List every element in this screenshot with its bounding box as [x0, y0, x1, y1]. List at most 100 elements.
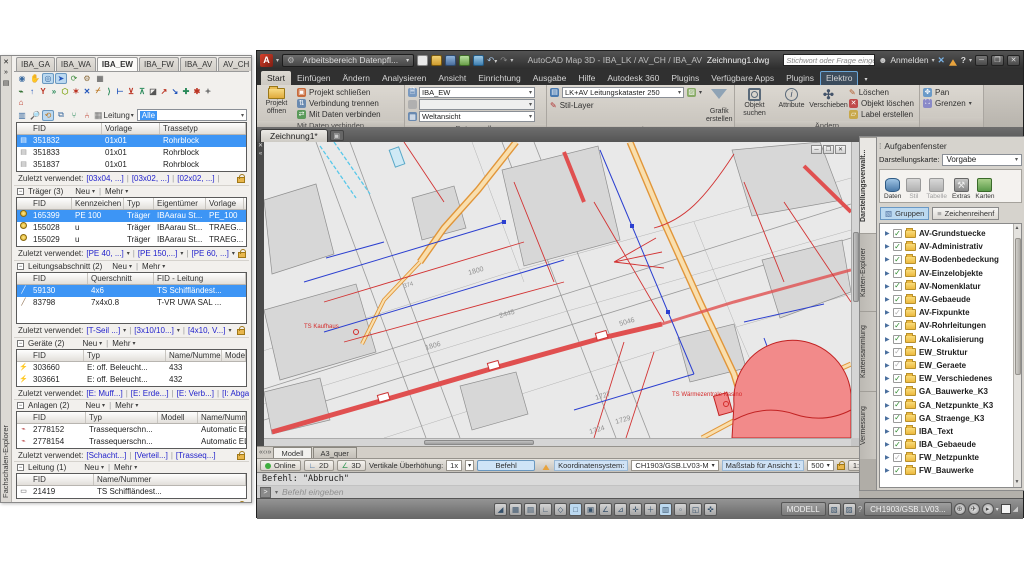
net-icon[interactable]: ⊼: [137, 87, 147, 96]
stil-layer-button[interactable]: ✎Stil-Layer: [550, 100, 702, 110]
save-icon[interactable]: [445, 55, 456, 66]
refresh-icon[interactable]: ⟳: [68, 73, 80, 84]
am-toggle[interactable]: ✜: [704, 503, 717, 516]
pan-tool-icon[interactable]: ✋: [29, 73, 41, 84]
objekt-loeschen-button[interactable]: ✕Objekt löschen: [849, 98, 914, 108]
pan-button[interactable]: ✥Pan: [923, 87, 972, 97]
vp-minimize-icon[interactable]: ─: [811, 145, 822, 154]
online-button[interactable]: Online: [260, 460, 301, 471]
vertical-exaggeration-dropdown[interactable]: ▾: [465, 460, 474, 471]
table-row[interactable]: ⚡303660E: off. Beleucht...433: [17, 362, 246, 374]
ribbon-tab-einrichtung[interactable]: Einrichtung: [472, 71, 527, 85]
recent-link[interactable]: [3x10/10...]: [134, 326, 174, 335]
showmotion-icon[interactable]: ▸: [982, 503, 994, 515]
map-icon[interactable]: [473, 55, 484, 66]
coordinate-system-value[interactable]: CH1903/GSB.LV03-M▾: [631, 460, 718, 471]
zoom-tool-icon[interactable]: ◉: [16, 73, 28, 84]
tab-iba-wa[interactable]: IBA_WA: [56, 57, 96, 71]
mit-daten-verbinden-button[interactable]: ⇄Mit Daten verbinden: [297, 109, 381, 119]
tree-item[interactable]: ▶✓GA_Bauwerke_K3: [880, 385, 1021, 398]
table-row[interactable]: ⌁2778154Trassequerschn...Automatic EL_1.…: [17, 436, 246, 448]
mehr-button[interactable]: Mehr▾: [105, 187, 128, 196]
recent-link[interactable]: [E: Erde...]: [131, 389, 169, 398]
tree-item[interactable]: ▶✓FW_Netzpunkte: [880, 451, 1021, 464]
grid-toggle[interactable]: ▤: [524, 503, 537, 516]
dyn-toggle[interactable]: ✛: [629, 503, 642, 516]
extras-button[interactable]: ⚒Extras: [952, 172, 970, 200]
projekt-schliessen-button[interactable]: ▣Projekt schließen: [297, 87, 381, 97]
autohide-palette-strip[interactable]: ✕«: [257, 142, 264, 446]
help-search-input[interactable]: Stichwort oder Frage eingeben: [783, 54, 875, 66]
filter-combo[interactable]: Alle▾: [137, 109, 247, 121]
recent-link[interactable]: [E: Verb...]: [177, 389, 214, 398]
alert-icon[interactable]: [949, 55, 957, 65]
net-icon[interactable]: »: [49, 87, 59, 96]
verbindung-trennen-button[interactable]: ⇅Verbindung trennen: [297, 98, 381, 108]
collapse-icon[interactable]: −: [17, 402, 24, 409]
loeschen-button[interactable]: ✎Löschen: [849, 87, 914, 97]
ribbon-overflow-icon[interactable]: ▾: [858, 74, 873, 85]
annotation-scale-button[interactable]: 1:1▾: [848, 460, 859, 471]
table-row[interactable]: ▤35183301x01Rohrblock: [17, 147, 246, 159]
label-erstellen-button[interactable]: ▱Label erstellen: [849, 109, 914, 119]
close-button[interactable]: ✕: [1007, 55, 1020, 66]
warning-icon[interactable]: [543, 461, 550, 470]
ribbon-tab-plugins[interactable]: Plugins: [665, 71, 705, 85]
daten-button[interactable]: Daten: [884, 172, 901, 200]
sc-toggle[interactable]: ◱: [689, 503, 702, 516]
panel-label[interactable]: Ändern: [735, 121, 919, 127]
mehr-button[interactable]: Mehr▾: [112, 339, 135, 348]
ribbon-tab-verfuegbare-apps[interactable]: Verfügbare Apps: [705, 71, 780, 85]
table-row[interactable]: 165399PE 100TrägerIBAarau St...PE_100nor…: [17, 210, 246, 222]
snap-toggle[interactable]: ▦: [509, 503, 522, 516]
net-icon[interactable]: ⟩: [104, 87, 114, 96]
tab-a3-quer[interactable]: A3_quer: [313, 447, 357, 458]
flash-tool-icon[interactable]: ➤: [55, 73, 67, 84]
tree-item[interactable]: ▶✓IBA_Gebaeude: [880, 438, 1021, 451]
verschieben-button[interactable]: ✣Verschieben: [812, 87, 845, 110]
resize-grip[interactable]: ◢: [1013, 505, 1018, 513]
vertical-exaggeration-value[interactable]: 1x: [446, 460, 462, 471]
recent-link[interactable]: [I: Abgang]: [222, 389, 249, 398]
net-icon[interactable]: ✱: [192, 87, 202, 96]
tab-iba-av[interactable]: IBA_AV: [180, 57, 217, 71]
recent-link[interactable]: [03x04, ...]: [86, 174, 123, 183]
collapse-icon[interactable]: −: [17, 464, 24, 471]
net-icon[interactable]: ↘: [170, 87, 180, 96]
help-icon[interactable]: ?: [961, 55, 966, 65]
net-icon[interactable]: ✦: [203, 87, 213, 96]
karten-button[interactable]: Karten: [975, 172, 994, 200]
map-horizontal-scrollbar[interactable]: [264, 438, 851, 446]
coordinate-system-button[interactable]: CH1903/GSB.LV03...: [864, 502, 951, 516]
net-icon[interactable]: ⌁: [16, 87, 26, 96]
datasource-combo[interactable]: IBA_EW▾: [419, 87, 535, 98]
side-tab-kartensammlung[interactable]: Kartensammlung: [860, 311, 876, 391]
maximize-button[interactable]: ❐: [991, 55, 1004, 66]
lwt-toggle[interactable]: ＋: [644, 503, 657, 516]
tabelle-button[interactable]: Tabelle: [926, 172, 947, 200]
gruppen-tab[interactable]: ▧Gruppen: [880, 207, 929, 220]
tree-item[interactable]: ▶✓AV-Lokalisierung: [880, 333, 1021, 346]
recent-link[interactable]: [Verteil...]: [134, 451, 167, 460]
projekt-oeffnen-button[interactable]: Projekt öffnen: [260, 87, 293, 115]
side-tab-karten-explorer[interactable]: Karten-Explorer: [860, 233, 876, 311]
cleanscreen-button[interactable]: [1001, 504, 1011, 514]
collapse-icon[interactable]: −: [17, 263, 24, 270]
layout1-icon[interactable]: ▧: [828, 503, 841, 516]
explorer-props-icon[interactable]: ▤: [3, 79, 10, 87]
net-icon[interactable]: ⊻: [126, 87, 136, 96]
recent-link[interactable]: [E: Muff...]: [86, 389, 122, 398]
ribbon-tab-ausgabe[interactable]: Ausgabe: [527, 71, 573, 85]
collapse-icon[interactable]: −: [17, 340, 24, 347]
undo-icon[interactable]: ↶▾: [487, 55, 497, 66]
panel-label[interactable]: Anzeigen: [547, 125, 734, 127]
table-header[interactable]: FIDName/Nummer: [17, 474, 246, 486]
exchange-apps-icon[interactable]: ✕: [938, 55, 945, 66]
table-row[interactable]: 155028uTrägerIBAarau St...TRAEG...norma.…: [17, 222, 246, 234]
recent-link[interactable]: [TS Unte...]: [86, 501, 126, 503]
net-icon[interactable]: ◪: [148, 87, 158, 96]
lock-icon[interactable]: [837, 464, 845, 470]
3d-button[interactable]: ∠3D: [337, 460, 366, 471]
polar-toggle[interactable]: ◇: [554, 503, 567, 516]
table-header[interactable]: FIDTypName/NummerModell: [17, 350, 246, 362]
